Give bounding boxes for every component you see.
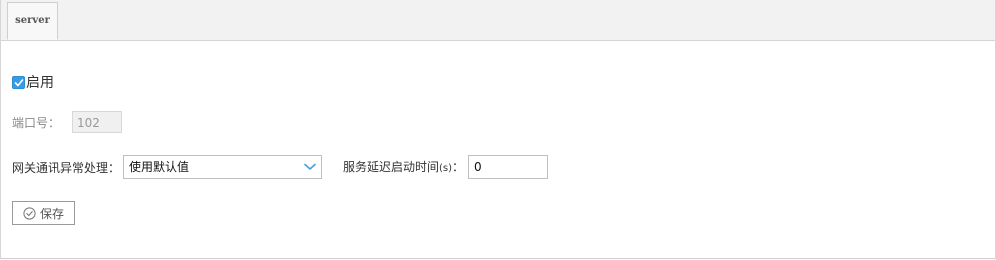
save-button[interactable]: 保存 [12, 201, 75, 225]
delay-unit: (s) [439, 163, 453, 174]
gateway-select[interactable]: 使用默认值 [123, 155, 322, 179]
settings-panel: server 启用 端口号： 102 网关通讯异常处理： 使用默认值 服务延迟启… [0, 0, 996, 259]
tab-server[interactable]: server [7, 2, 58, 40]
port-input: 102 [72, 111, 122, 133]
delay-label: 服务延迟启动时间(s)： [343, 155, 464, 181]
checkmark-icon [14, 78, 24, 86]
gateway-row: 网关通讯异常处理： 使用默认值 服务延迟启动时间(s)： 0 [12, 155, 552, 180]
chevron-down-icon [304, 163, 316, 170]
port-label: 端口号： [12, 116, 61, 130]
gateway-selected-value: 使用默认值 [129, 160, 190, 174]
delay-label-text: 服务延迟启动时间 [343, 160, 440, 174]
delay-colon: ： [452, 160, 465, 174]
save-button-label: 保存 [40, 206, 65, 221]
enable-checkbox[interactable] [12, 75, 25, 89]
tab-bar: server [1, 0, 995, 41]
enable-label: 启用 [26, 75, 54, 91]
enable-row[interactable]: 启用 [12, 73, 54, 91]
delay-input[interactable]: 0 [468, 155, 548, 179]
port-row: 端口号： 102 [12, 111, 132, 135]
gateway-label: 网关通讯异常处理： [12, 160, 121, 175]
check-circle-icon [23, 206, 36, 220]
